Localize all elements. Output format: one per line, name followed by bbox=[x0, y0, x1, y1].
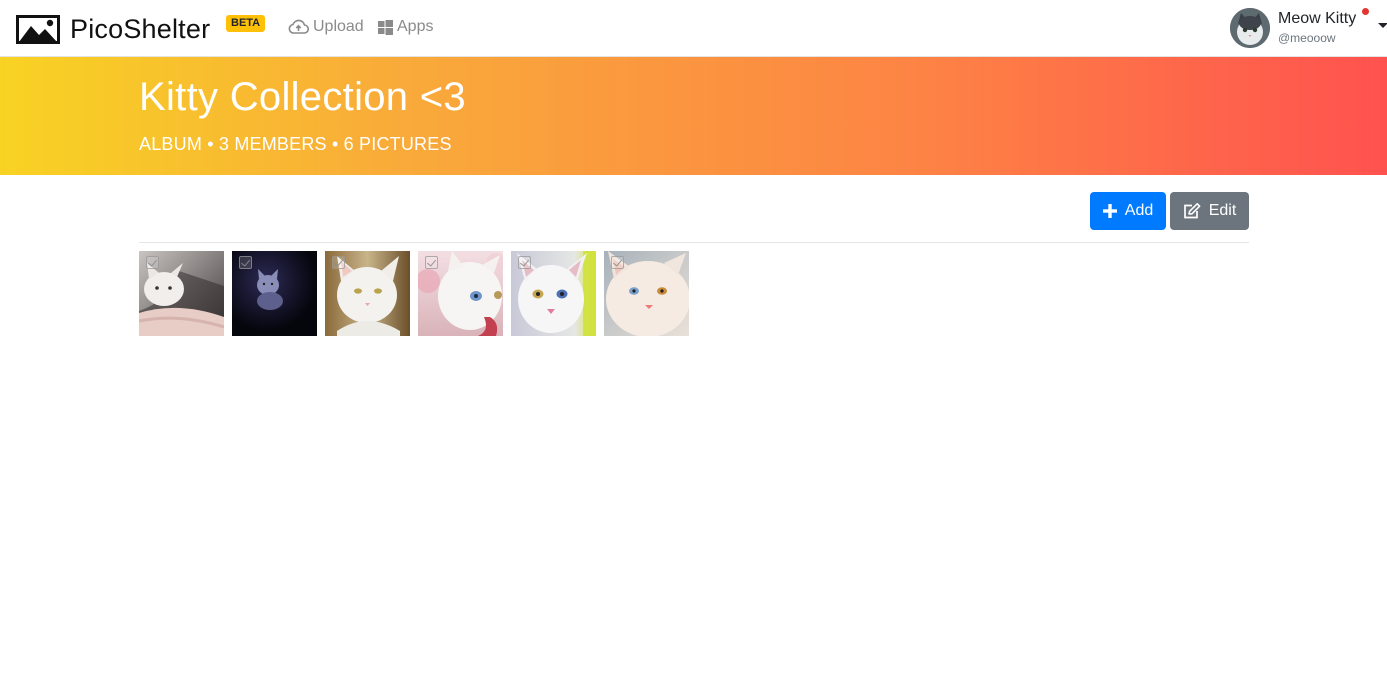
select-checkbox[interactable] bbox=[239, 256, 252, 269]
cat-avatar-icon bbox=[1230, 8, 1270, 48]
edit-button-label: Edit bbox=[1208, 202, 1237, 219]
edit-button[interactable]: Edit bbox=[1170, 192, 1249, 230]
beta-badge: BETA bbox=[226, 15, 266, 32]
nav-apps-label: Apps bbox=[397, 18, 434, 35]
edit-icon bbox=[1183, 203, 1201, 219]
select-checkbox[interactable] bbox=[146, 256, 159, 269]
picture-thumbnail[interactable] bbox=[418, 251, 503, 336]
picture-thumbnail[interactable] bbox=[511, 251, 596, 336]
brand-link[interactable]: PicoShelter bbox=[16, 14, 210, 44]
user-handle: @meooow bbox=[1278, 31, 1336, 45]
album-title: Kitty Collection <3 bbox=[139, 75, 466, 119]
picture-grid bbox=[139, 251, 697, 336]
picture-logo-icon bbox=[16, 14, 60, 44]
section-divider bbox=[139, 242, 1249, 243]
user-avatar bbox=[1230, 8, 1270, 48]
select-checkbox[interactable] bbox=[332, 256, 345, 269]
brand-name: PicoShelter bbox=[70, 14, 211, 44]
picture-thumbnail[interactable] bbox=[325, 251, 410, 336]
windows-apps-icon bbox=[378, 19, 393, 35]
select-checkbox[interactable] bbox=[518, 256, 531, 269]
select-checkbox[interactable] bbox=[611, 256, 624, 269]
nav-upload-link[interactable]: Upload bbox=[288, 17, 364, 37]
album-banner: Kitty Collection <3 ALBUM • 3 MEMBERS • … bbox=[0, 57, 1387, 175]
add-button-label: Add bbox=[1124, 202, 1154, 219]
notification-dot bbox=[1362, 8, 1369, 15]
top-navbar: PicoShelter BETA Upload Apps Meow Kitty … bbox=[0, 0, 1387, 57]
nav-apps-link[interactable]: Apps bbox=[378, 17, 433, 37]
add-button[interactable]: Add bbox=[1090, 192, 1166, 230]
user-menu-dropdown[interactable]: Meow Kitty @meooow bbox=[1230, 8, 1387, 48]
user-name: Meow Kitty bbox=[1278, 10, 1357, 27]
picture-thumbnail[interactable] bbox=[139, 251, 224, 336]
picture-thumbnail[interactable] bbox=[604, 251, 689, 336]
album-meta: ALBUM • 3 MEMBERS • 6 PICTURES bbox=[139, 134, 452, 154]
plus-icon bbox=[1102, 204, 1117, 218]
nav-upload-label: Upload bbox=[313, 18, 364, 35]
picture-thumbnail[interactable] bbox=[232, 251, 317, 336]
select-checkbox[interactable] bbox=[425, 256, 438, 269]
cloud-upload-icon bbox=[288, 19, 309, 34]
chevron-down-icon bbox=[1378, 23, 1387, 28]
